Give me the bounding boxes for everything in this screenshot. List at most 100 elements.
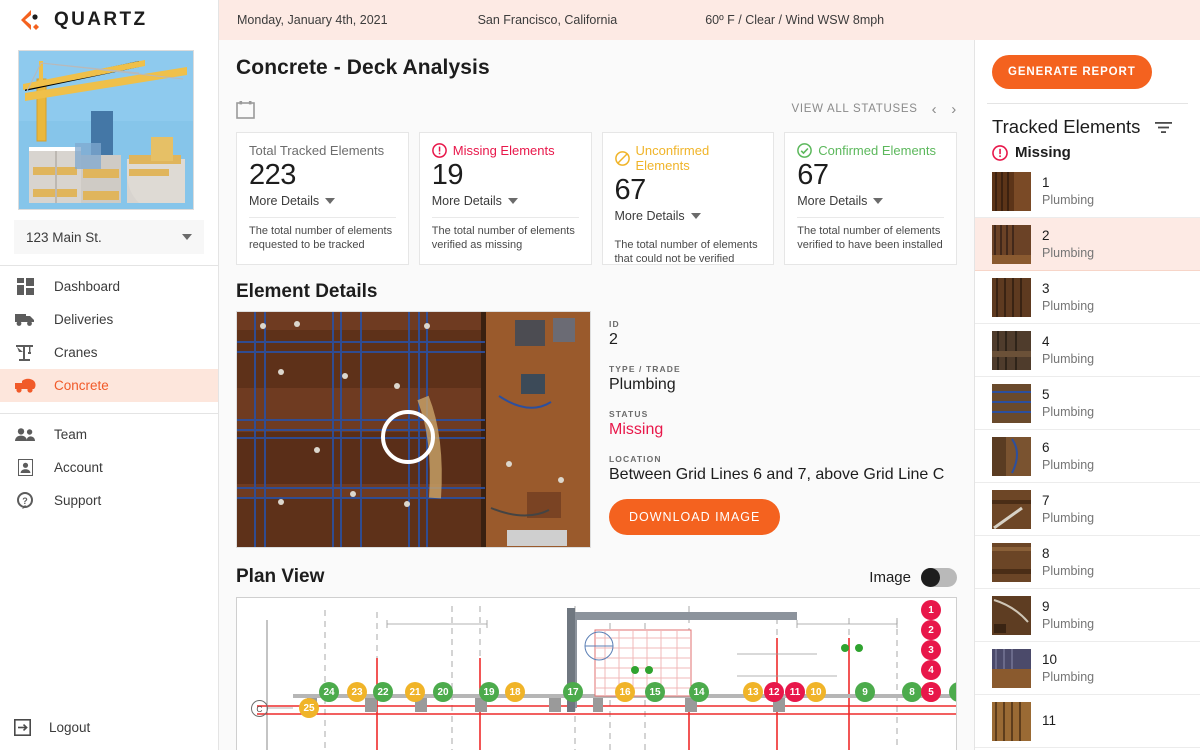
plan-pin[interactable]: 21 [405,682,425,702]
toggle-knob [921,567,940,587]
site-selector[interactable]: 123 Main St. [14,220,204,254]
list-item[interactable]: 7 Plumbing [975,483,1200,536]
sidebar-item-label: Concrete [54,378,109,393]
plan-pin[interactable]: 14 [689,682,709,702]
list-item[interactable]: 6 Plumbing [975,430,1200,483]
plan-pin[interactable]: 16 [615,682,635,702]
list-item-trade: Plumbing [1042,245,1095,260]
plan-pin[interactable]: 13 [743,682,763,702]
element-photo[interactable] [236,311,591,548]
sidebar-item-concrete[interactable]: Concrete [0,369,218,402]
chevron-left-icon[interactable]: ‹ [932,101,938,118]
topbar-date: Monday, January 4th, 2021 [237,13,388,27]
plan-pin[interactable]: 25 [299,698,319,718]
sidebar-item-team[interactable]: Team [0,418,218,451]
list-item[interactable]: 1 Plumbing [975,165,1200,218]
list-item[interactable]: 3 Plumbing [975,271,1200,324]
plan-pin[interactable]: 15 [645,682,665,702]
sidebar-item-cranes[interactable]: Cranes [0,336,218,369]
element-thumbnail [992,383,1031,423]
sidebar-item-label: Support [54,493,102,508]
element-details-title: Element Details [236,281,378,302]
list-item-id: 8 [1042,546,1050,562]
logout-button[interactable]: Logout [0,711,219,744]
element-thumbnail [992,648,1031,688]
plan-view-canvas[interactable]: C 25 24 23 22 21 20 19 18 17 16 15 14 13… [236,597,957,750]
plan-pin[interactable]: 2 [921,620,941,640]
element-thumbnail [992,277,1031,317]
plan-pin[interactable]: 17 [563,682,583,702]
more-details-button[interactable]: More Details [797,194,944,208]
crane-icon [14,342,36,364]
list-item[interactable]: 2 Plumbing [975,218,1200,271]
image-toggle[interactable] [921,567,957,587]
calendar-icon[interactable] [236,100,255,119]
list-item-text: 6 Plumbing [1042,439,1094,473]
list-item-id: 4 [1042,334,1050,350]
plan-pin[interactable]: 18 [505,682,525,702]
more-details-label: More Details [614,209,685,223]
plan-pin[interactable]: 10 [806,682,826,702]
list-item-text: 11 [1042,712,1056,730]
filter-icon[interactable] [1155,121,1186,134]
plan-drawing [237,598,956,750]
list-item[interactable]: 11 [975,695,1200,748]
truck-icon [14,309,36,331]
svg-text:?: ? [22,496,28,506]
list-item[interactable]: 5 Plumbing [975,377,1200,430]
main-content: Concrete - Deck Analysis VIEW ALL STATUS… [219,40,974,750]
stat-card-missing[interactable]: Missing Elements 19 More Details The tot… [418,132,592,265]
stat-card-unconfirmed[interactable]: Unconfirmed Elements 67 More Details The… [601,132,775,265]
plan-pin[interactable]: 22 [373,682,393,702]
plan-pin[interactable]: 20 [433,682,453,702]
stat-card-title: Unconfirmed Elements [635,143,710,173]
page-title: Concrete - Deck Analysis [236,56,490,79]
plan-pin[interactable]: 12 [764,682,784,702]
list-item[interactable]: 10 Plumbing [975,642,1200,695]
element-thumbnail [992,171,1031,211]
plan-pin[interactable]: 1 [921,600,941,620]
sidebar-item-support[interactable]: ? Support [0,484,218,517]
meta-value: Between Grid Lines 6 and 7, above Grid L… [609,466,945,483]
plan-pin[interactable]: 9 [855,682,875,702]
element-thumbnail [992,224,1031,264]
sidebar-item-label: Dashboard [54,279,121,294]
sidebar-item-account[interactable]: Account [0,451,218,484]
stat-card-confirmed[interactable]: Confirmed Elements 67 More Details The t… [784,132,957,265]
plan-pin[interactable]: 8 [902,682,922,702]
view-all-statuses-label[interactable]: VIEW ALL STATUSES [792,103,918,115]
list-item-id: 10 [1042,652,1058,668]
stat-card-description: The total number of elements that could … [614,239,758,265]
list-item[interactable]: 4 Plumbing [975,324,1200,377]
stat-card-header: Confirmed Elements [797,143,944,158]
more-details-label: More Details [431,194,502,208]
plan-pin[interactable]: 3 [921,640,941,660]
tracked-elements-list: 1 Plumbing 2 Plumbing 3 Plumbing 4 Plumb… [975,165,1200,748]
stat-card-total[interactable]: Total Tracked Elements 223 More Details … [236,132,409,265]
element-thumbnail [992,330,1031,370]
stat-card-title: Confirmed Elements [818,143,937,158]
list-item-trade: Plumbing [1042,669,1095,684]
plan-pin[interactable]: 23 [347,682,367,702]
element-thumbnail [992,701,1031,741]
sidebar-item-label: Cranes [54,345,98,360]
sidebar-item-dashboard[interactable]: Dashboard [0,270,218,303]
plan-pin[interactable]: 4 [921,660,941,680]
plan-pin[interactable]: 5 [921,682,941,702]
plan-pin[interactable]: 24 [319,682,339,702]
list-item-trade: Plumbing [1042,298,1095,313]
generate-report-button[interactable]: GENERATE REPORT [992,54,1152,89]
more-details-button[interactable]: More Details [615,209,762,223]
download-image-button[interactable]: DOWNLOAD IMAGE [609,499,781,535]
list-item-id: 11 [1042,713,1057,729]
plan-pin[interactable]: 19 [479,682,499,702]
more-details-button[interactable]: More Details [432,194,579,208]
list-item[interactable]: 8 Plumbing [975,536,1200,589]
list-item-text: 1 Plumbing [1042,174,1094,208]
chevron-right-icon[interactable]: › [951,101,957,118]
list-item[interactable]: 9 Plumbing [975,589,1200,642]
plan-pin[interactable]: 11 [785,682,805,702]
sidebar-item-deliveries[interactable]: Deliveries [0,303,218,336]
more-details-button[interactable]: More Details [249,194,396,208]
list-item-id: 7 [1042,493,1050,509]
